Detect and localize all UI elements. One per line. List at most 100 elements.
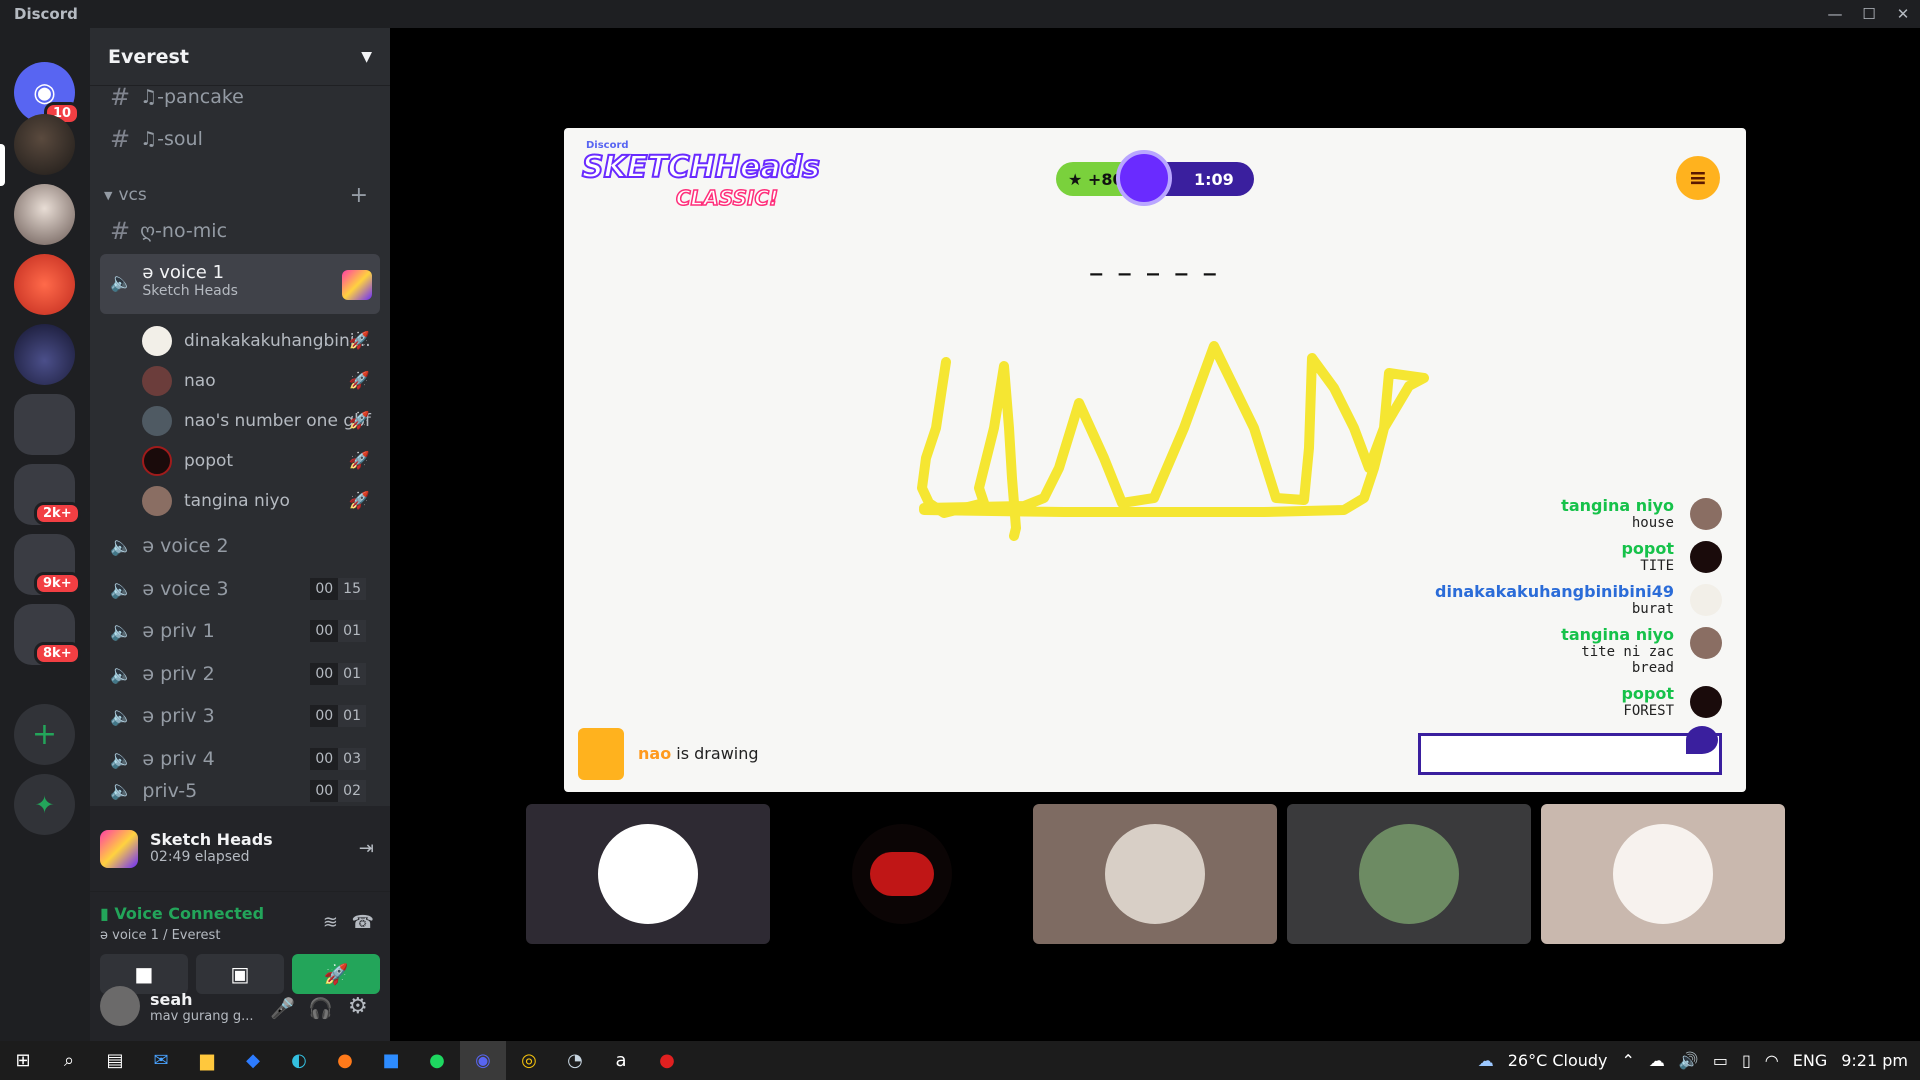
server-icon[interactable] bbox=[14, 184, 75, 245]
voice-channel[interactable]: 🔈 ə voice 3 00 15 bbox=[100, 569, 380, 609]
start-icon[interactable]: ⊞ bbox=[0, 1041, 46, 1080]
user-name: seah bbox=[150, 990, 193, 1009]
participant-tile[interactable] bbox=[1033, 804, 1277, 944]
chat-text: house bbox=[1631, 515, 1674, 531]
disconnect-icon[interactable]: ☎ bbox=[352, 912, 374, 933]
member-name: tangina niyo bbox=[184, 491, 290, 511]
screen-share-button[interactable]: ▣ bbox=[196, 954, 284, 994]
system-tray: ☁ 26°C Cloudy ⌃ ☁ 🔊 ▭ ▯ ◠ ENG 9:21 pm bbox=[1478, 1041, 1908, 1080]
voice-member[interactable]: popot 🚀 bbox=[142, 442, 376, 480]
headphones-icon[interactable]: 🎧 bbox=[308, 996, 333, 1020]
unread-badge: 8k+ bbox=[34, 642, 81, 665]
voice-channel[interactable]: 🔈 priv-5 00 02 bbox=[100, 780, 380, 806]
chrome-icon[interactable]: ◎ bbox=[506, 1041, 552, 1080]
voice-channel[interactable]: 🔈 ə priv 1 00 01 bbox=[100, 611, 380, 651]
voice-status-label: Voice Connected bbox=[114, 904, 265, 923]
clock[interactable]: 9:21 pm bbox=[1841, 1051, 1908, 1070]
voice-channel[interactable]: 🔈 ə priv 2 00 01 bbox=[100, 654, 380, 694]
chat-author: tangina niyo bbox=[1561, 625, 1674, 644]
count-current: 00 bbox=[310, 748, 339, 770]
popout-icon[interactable]: ⇥ bbox=[359, 838, 374, 859]
battery-icon[interactable]: ▭ bbox=[1713, 1051, 1728, 1070]
discord-taskbar-icon[interactable]: ◉ bbox=[460, 1041, 506, 1080]
voice-channel[interactable]: 🔈 ə priv 3 00 01 bbox=[100, 696, 380, 736]
user-count: 00 01 bbox=[310, 620, 366, 642]
voice-member[interactable]: nao's number one gbf 🚀 bbox=[142, 402, 376, 440]
zoom-icon[interactable]: ■ bbox=[368, 1041, 414, 1080]
voice-channel[interactable]: 🔈 ə priv 4 00 03 bbox=[100, 739, 380, 779]
sketch-heads-icon bbox=[100, 830, 138, 868]
voice-channel-active[interactable]: 🔈 ə voice 1 Sketch Heads bbox=[100, 254, 380, 314]
activity-label: Sketch Heads bbox=[142, 283, 238, 299]
chat-bubble-icon[interactable] bbox=[1686, 726, 1718, 754]
text-channel[interactable]: # ♫-soul bbox=[100, 119, 380, 159]
close-button[interactable]: ✕ bbox=[1886, 0, 1920, 28]
task-view-icon[interactable]: ▤ bbox=[92, 1041, 138, 1080]
noise-suppression-icon[interactable]: ≋ bbox=[323, 912, 338, 933]
server-icon[interactable] bbox=[14, 324, 75, 385]
drawer-name: nao bbox=[638, 744, 672, 763]
onedrive-icon[interactable]: ☁ bbox=[1649, 1051, 1665, 1070]
count-current: 00 bbox=[310, 663, 339, 685]
channel-label: priv-5 bbox=[142, 780, 198, 802]
guess-input[interactable] bbox=[1418, 733, 1722, 775]
chevron-up-icon[interactable]: ⌃ bbox=[1622, 1051, 1635, 1070]
app-icon[interactable]: ● bbox=[644, 1041, 690, 1080]
firefox-icon[interactable]: ● bbox=[322, 1041, 368, 1080]
speaker-icon: 🔈 bbox=[110, 272, 133, 293]
amazon-icon[interactable]: a bbox=[598, 1041, 644, 1080]
microphone-icon[interactable]: 🎤 bbox=[270, 996, 295, 1020]
category-vcs[interactable]: ▼ vcs + bbox=[100, 175, 380, 215]
activity-elapsed: 02:49 elapsed bbox=[150, 849, 250, 865]
server-icon[interactable] bbox=[14, 254, 75, 315]
volume-icon[interactable]: 🔊 bbox=[1679, 1051, 1699, 1070]
wifi-icon[interactable]: ◠ bbox=[1765, 1051, 1779, 1070]
voice-member[interactable]: dinakakakuhangbini... 🚀 bbox=[142, 322, 376, 360]
participant-tile[interactable] bbox=[1287, 804, 1531, 944]
voice-member[interactable]: tangina niyo 🚀 bbox=[142, 482, 376, 520]
language-indicator[interactable]: ENG bbox=[1793, 1051, 1827, 1070]
voice-location[interactable]: ə voice 1 / Everest bbox=[100, 928, 220, 943]
hash-icon: # bbox=[110, 217, 131, 245]
user-count: 00 15 bbox=[310, 578, 366, 600]
unread-badge: 2k+ bbox=[34, 502, 81, 525]
server-folder-icon[interactable] bbox=[14, 394, 75, 455]
steam-icon[interactable]: ◔ bbox=[552, 1041, 598, 1080]
channel-label: ♫-soul bbox=[140, 128, 203, 150]
activity-button[interactable]: 🚀 bbox=[292, 954, 380, 994]
voice-channel[interactable]: 🔈 ə voice 2 bbox=[100, 526, 380, 566]
server-rail: ◉ 10 2k+ 9k+ 8k+ + ✦ bbox=[0, 28, 90, 1041]
display-icon[interactable]: ▯ bbox=[1742, 1051, 1751, 1070]
discord-logo-icon bbox=[870, 852, 934, 896]
search-icon[interactable]: ⌕ bbox=[46, 1041, 92, 1080]
weather-label[interactable]: 26°C Cloudy bbox=[1508, 1051, 1608, 1070]
add-channel-icon[interactable]: + bbox=[350, 183, 368, 208]
add-server-icon[interactable]: + bbox=[14, 704, 75, 765]
count-limit: 01 bbox=[338, 663, 366, 685]
text-channel[interactable]: # ღ-no-mic bbox=[100, 211, 380, 251]
participant-tile[interactable] bbox=[780, 804, 1024, 944]
mail-icon[interactable]: ✉ bbox=[138, 1041, 184, 1080]
avatar bbox=[142, 406, 172, 436]
dropbox-icon[interactable]: ◆ bbox=[230, 1041, 276, 1080]
chevron-down-icon[interactable]: ▼ bbox=[361, 49, 372, 65]
count-limit: 03 bbox=[338, 748, 366, 770]
gear-icon[interactable]: ⚙ bbox=[348, 994, 368, 1019]
minimize-button[interactable]: — bbox=[1818, 0, 1852, 28]
edge-icon[interactable]: ◐ bbox=[276, 1041, 322, 1080]
server-everest-icon[interactable] bbox=[14, 114, 75, 175]
speaker-icon: 🔈 bbox=[110, 748, 133, 770]
speaker-icon: 🔈 bbox=[110, 578, 133, 600]
text-channel[interactable]: # ♫-pancake bbox=[100, 77, 380, 117]
voice-member[interactable]: nao 🚀 bbox=[142, 362, 376, 400]
voice-connected-status[interactable]: ▮ Voice Connected bbox=[100, 904, 264, 923]
participant-tile[interactable] bbox=[1541, 804, 1785, 944]
chat-message: popot TITE bbox=[1302, 539, 1722, 574]
avatar[interactable] bbox=[100, 986, 140, 1026]
spotify-icon[interactable]: ● bbox=[414, 1041, 460, 1080]
maximize-button[interactable]: ☐ bbox=[1852, 0, 1886, 28]
participant-tile[interactable] bbox=[526, 804, 770, 944]
explore-icon[interactable]: ✦ bbox=[14, 774, 75, 835]
sketch-heads-game[interactable]: Discord SKETCHHeads CLASSIC! ★ +80 1:09 … bbox=[564, 128, 1746, 792]
file-explorer-icon[interactable]: ▆ bbox=[184, 1041, 230, 1080]
